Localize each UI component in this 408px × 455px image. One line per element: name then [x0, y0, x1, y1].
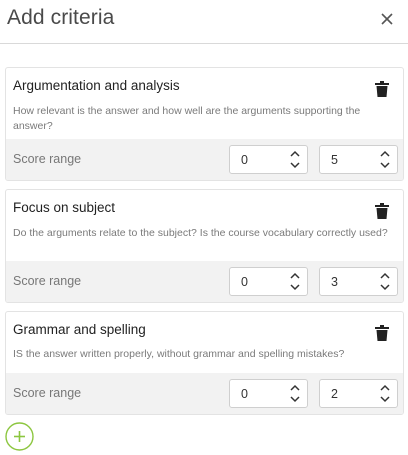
- add-criterion-button[interactable]: [5, 422, 34, 451]
- criterion-description: How relevant is the answer and how well …: [13, 105, 361, 132]
- score-max-value[interactable]: 3: [331, 275, 338, 289]
- dialog-title: Add criteria: [7, 6, 115, 29]
- score-range-row: Score range 0 5: [6, 139, 403, 180]
- score-max-value[interactable]: 2: [331, 387, 338, 401]
- score-min-value[interactable]: 0: [241, 275, 248, 289]
- chevron-up-icon[interactable]: [289, 271, 301, 281]
- score-range-label: Score range: [13, 386, 82, 400]
- score-max-stepper[interactable]: 2: [319, 379, 398, 408]
- score-max-stepper[interactable]: 3: [319, 267, 398, 296]
- chevron-up-icon[interactable]: [379, 149, 391, 159]
- score-range-row: Score range 0 2: [6, 373, 403, 414]
- score-max-value[interactable]: 5: [331, 153, 338, 167]
- trash-icon[interactable]: [375, 81, 389, 97]
- chevron-down-icon[interactable]: [289, 394, 301, 404]
- chevron-up-icon[interactable]: [289, 383, 301, 393]
- score-max-stepper[interactable]: 5: [319, 145, 398, 174]
- score-min-value[interactable]: 0: [241, 387, 248, 401]
- chevron-down-icon[interactable]: [289, 160, 301, 170]
- trash-icon[interactable]: [375, 325, 389, 341]
- criterion-description: Do the arguments relate to the subject? …: [13, 227, 388, 239]
- chevron-down-icon[interactable]: [379, 160, 391, 170]
- criterion-card: Grammar and spelling IS the answer writt…: [5, 311, 404, 415]
- criterion-title: Argumentation and analysis: [13, 78, 180, 93]
- chevron-down-icon[interactable]: [289, 282, 301, 292]
- score-range-row: Score range 0 3: [6, 261, 403, 302]
- score-range-label: Score range: [13, 274, 82, 288]
- criterion-card: Argumentation and analysis How relevant …: [5, 67, 404, 181]
- criterion-description: IS the answer written properly, without …: [13, 348, 345, 360]
- chevron-up-icon[interactable]: [379, 271, 391, 281]
- criterion-title: Focus on subject: [13, 200, 116, 215]
- chevron-down-icon[interactable]: [379, 394, 391, 404]
- chevron-up-icon[interactable]: [289, 149, 301, 159]
- chevron-down-icon[interactable]: [379, 282, 391, 292]
- score-min-stepper[interactable]: 0: [229, 379, 308, 408]
- close-icon[interactable]: [376, 8, 398, 30]
- score-range-label: Score range: [13, 152, 82, 166]
- trash-icon[interactable]: [375, 203, 389, 219]
- dialog-header: Add criteria: [0, 0, 408, 44]
- chevron-up-icon[interactable]: [379, 383, 391, 393]
- score-min-stepper[interactable]: 0: [229, 145, 308, 174]
- criterion-card: Focus on subject Do the arguments relate…: [5, 189, 404, 303]
- score-min-stepper[interactable]: 0: [229, 267, 308, 296]
- criterion-title: Grammar and spelling: [13, 322, 146, 337]
- score-min-value[interactable]: 0: [241, 153, 248, 167]
